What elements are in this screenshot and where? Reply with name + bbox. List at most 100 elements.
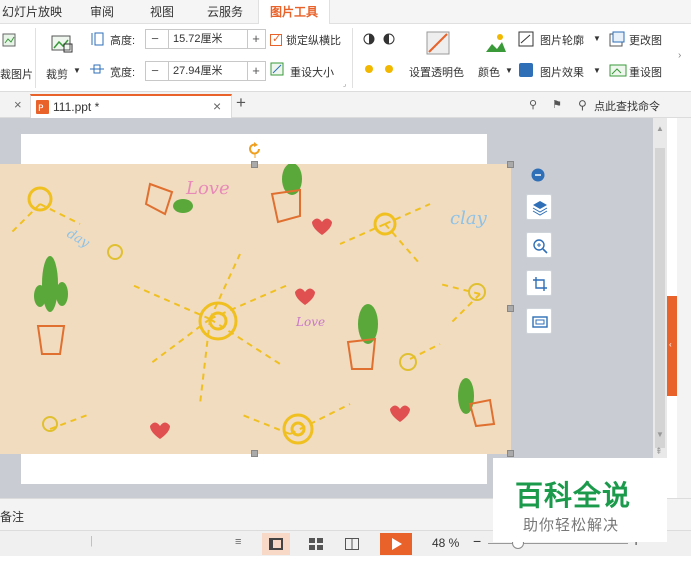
width-label: 宽度: — [110, 67, 136, 79]
pin-icon[interactable]: ⚲ — [529, 98, 537, 111]
picture-text: clay — [450, 208, 488, 229]
color-label[interactable]: 颜色 — [478, 64, 500, 80]
lock-ratio-label[interactable]: 锁定纵横比 — [286, 32, 341, 48]
svg-text:P: P — [38, 104, 44, 114]
picture-artwork: Love clay day Love — [0, 164, 511, 454]
picture-text: Love — [185, 178, 230, 199]
zoom-picture-button[interactable] — [526, 232, 552, 258]
color-icon[interactable] — [484, 32, 508, 57]
menu-view[interactable]: 视图 — [150, 0, 174, 24]
normal-view-button[interactable] — [262, 533, 290, 555]
reading-view-icon — [345, 538, 359, 553]
resize-handle-top-right[interactable] — [507, 161, 514, 168]
picture-frame-button[interactable] — [526, 308, 552, 334]
previous-slide-icon[interactable]: ⇞ — [655, 446, 663, 457]
zoom-in-icon — [532, 238, 548, 257]
width-icon — [88, 62, 106, 79]
search-icon[interactable]: ⚲ — [578, 98, 587, 112]
change-picture-icon[interactable] — [609, 31, 625, 50]
transparent-color-icon[interactable] — [426, 31, 450, 58]
watermark-title: 百科全说 — [515, 479, 632, 512]
notes-toggle-icon[interactable]: ≡ — [235, 536, 241, 548]
zoom-out-icon[interactable]: − — [473, 533, 481, 549]
crop-tool-icon — [532, 276, 548, 295]
crop-label[interactable]: 裁剪 — [46, 66, 68, 82]
command-search-input[interactable]: 点此查找命令 — [594, 98, 660, 114]
menu-cloud[interactable]: 云服务 — [207, 0, 243, 24]
ppt-file-icon: P — [35, 99, 51, 118]
crop-picture-icon[interactable] — [2, 32, 16, 51]
width-increase-button[interactable]: + — [247, 62, 265, 80]
crop-side-button[interactable] — [526, 270, 552, 296]
transparent-color-label[interactable]: 设置透明色 — [409, 64, 464, 80]
picture-effect-icon[interactable] — [518, 62, 534, 81]
color-dropdown-icon[interactable]: ▼ — [505, 66, 513, 75]
document-tab-strip: × P 111.ppt * × + ⚲ ⚑ ⚲ 点此查找命令 — [0, 92, 691, 118]
picture-outline-icon[interactable] — [518, 31, 534, 50]
tab-close-icon[interactable]: × — [213, 98, 221, 114]
picture-outline-label[interactable]: 图片轮廓 — [540, 32, 584, 48]
crop-icon[interactable] — [50, 32, 74, 57]
frame-icon — [532, 314, 548, 333]
picture-text: Love — [295, 315, 325, 329]
status-divider: | — [90, 535, 93, 547]
size-dialog-launcher-icon[interactable]: ⌟ — [343, 80, 346, 88]
reading-view-button[interactable] — [338, 533, 366, 555]
flag-icon[interactable]: ⚑ — [552, 98, 562, 111]
height-field[interactable]: − 15.72厘米 + — [145, 29, 266, 49]
menu-slideshow[interactable]: 幻灯片放映 — [2, 0, 62, 24]
play-slideshow-button[interactable] — [380, 533, 412, 555]
height-icon — [90, 31, 104, 50]
menu-picture-tools[interactable]: 图片工具 — [258, 0, 330, 25]
sorter-view-button[interactable] — [302, 533, 330, 555]
ribbon-divider — [35, 28, 36, 88]
reset-picture-label[interactable]: 重设图 — [629, 64, 662, 80]
selected-picture[interactable]: Love clay day Love — [0, 164, 511, 454]
zoom-slider-track[interactable] — [488, 543, 628, 544]
vertical-scrollbar[interactable]: ▲ ▼ ⇞ — [653, 118, 667, 498]
notes-label: 备注 — [0, 510, 25, 524]
change-picture-label[interactable]: 更改图 — [629, 32, 662, 48]
grid-view-icon — [309, 538, 323, 553]
resize-handle-top[interactable] — [251, 161, 258, 168]
height-increase-button[interactable]: + — [247, 30, 265, 48]
collapse-toolbar-icon[interactable] — [531, 168, 545, 185]
lock-ratio-checkbox[interactable] — [270, 32, 282, 46]
close-icon[interactable]: × — [14, 97, 22, 112]
normal-view-icon — [269, 538, 283, 553]
width-decrease-button[interactable]: − — [146, 62, 164, 80]
contrast-icon[interactable] — [362, 32, 402, 49]
resize-handle-bottom-right[interactable] — [507, 450, 514, 457]
resize-handle-bottom[interactable] — [251, 450, 258, 457]
crop-picture-label[interactable]: 裁图片 — [0, 66, 33, 82]
reset-size-label[interactable]: 重设大小 — [290, 64, 334, 80]
new-tab-icon[interactable]: + — [236, 93, 246, 113]
reset-size-icon[interactable] — [270, 62, 284, 79]
effect-dropdown-icon[interactable]: ▼ — [593, 66, 601, 75]
ribbon-scroll-right-icon[interactable]: › — [678, 50, 681, 61]
side-panel-toggle[interactable]: ‹ — [667, 296, 677, 396]
outline-dropdown-icon[interactable]: ▼ — [593, 34, 601, 43]
width-value[interactable]: 27.94厘米 — [168, 62, 248, 80]
picture-effect-label[interactable]: 图片效果 — [540, 64, 584, 80]
resize-handle-right[interactable] — [507, 305, 514, 312]
watermark-subtitle: 助你轻松解决 — [523, 516, 620, 534]
brightness-icon[interactable] — [362, 62, 402, 79]
reset-picture-icon[interactable] — [609, 62, 627, 81]
width-field[interactable]: − 27.94厘米 + — [145, 61, 266, 81]
height-value[interactable]: 15.72厘米 — [168, 30, 248, 48]
height-decrease-button[interactable]: − — [146, 30, 164, 48]
height-label: 高度: — [110, 35, 136, 47]
layers-button[interactable] — [526, 194, 552, 220]
crop-dropdown-icon[interactable]: ▼ — [73, 66, 81, 75]
rotate-handle-icon[interactable] — [248, 142, 262, 161]
menu-review[interactable]: 审阅 — [90, 0, 114, 24]
scroll-down-icon[interactable]: ▼ — [656, 430, 664, 439]
tab-document[interactable]: P 111.ppt * × — [30, 94, 232, 118]
slide-workspace: Love clay day Love — [0, 118, 653, 498]
scrollbar-thumb[interactable] — [655, 148, 665, 448]
watermark-logo: 百科全说 助你轻松解决 — [493, 458, 667, 542]
zoom-level[interactable]: 48 % — [432, 536, 459, 550]
scroll-up-icon[interactable]: ▲ — [656, 124, 664, 133]
document-name: 111.ppt * — [53, 100, 100, 114]
